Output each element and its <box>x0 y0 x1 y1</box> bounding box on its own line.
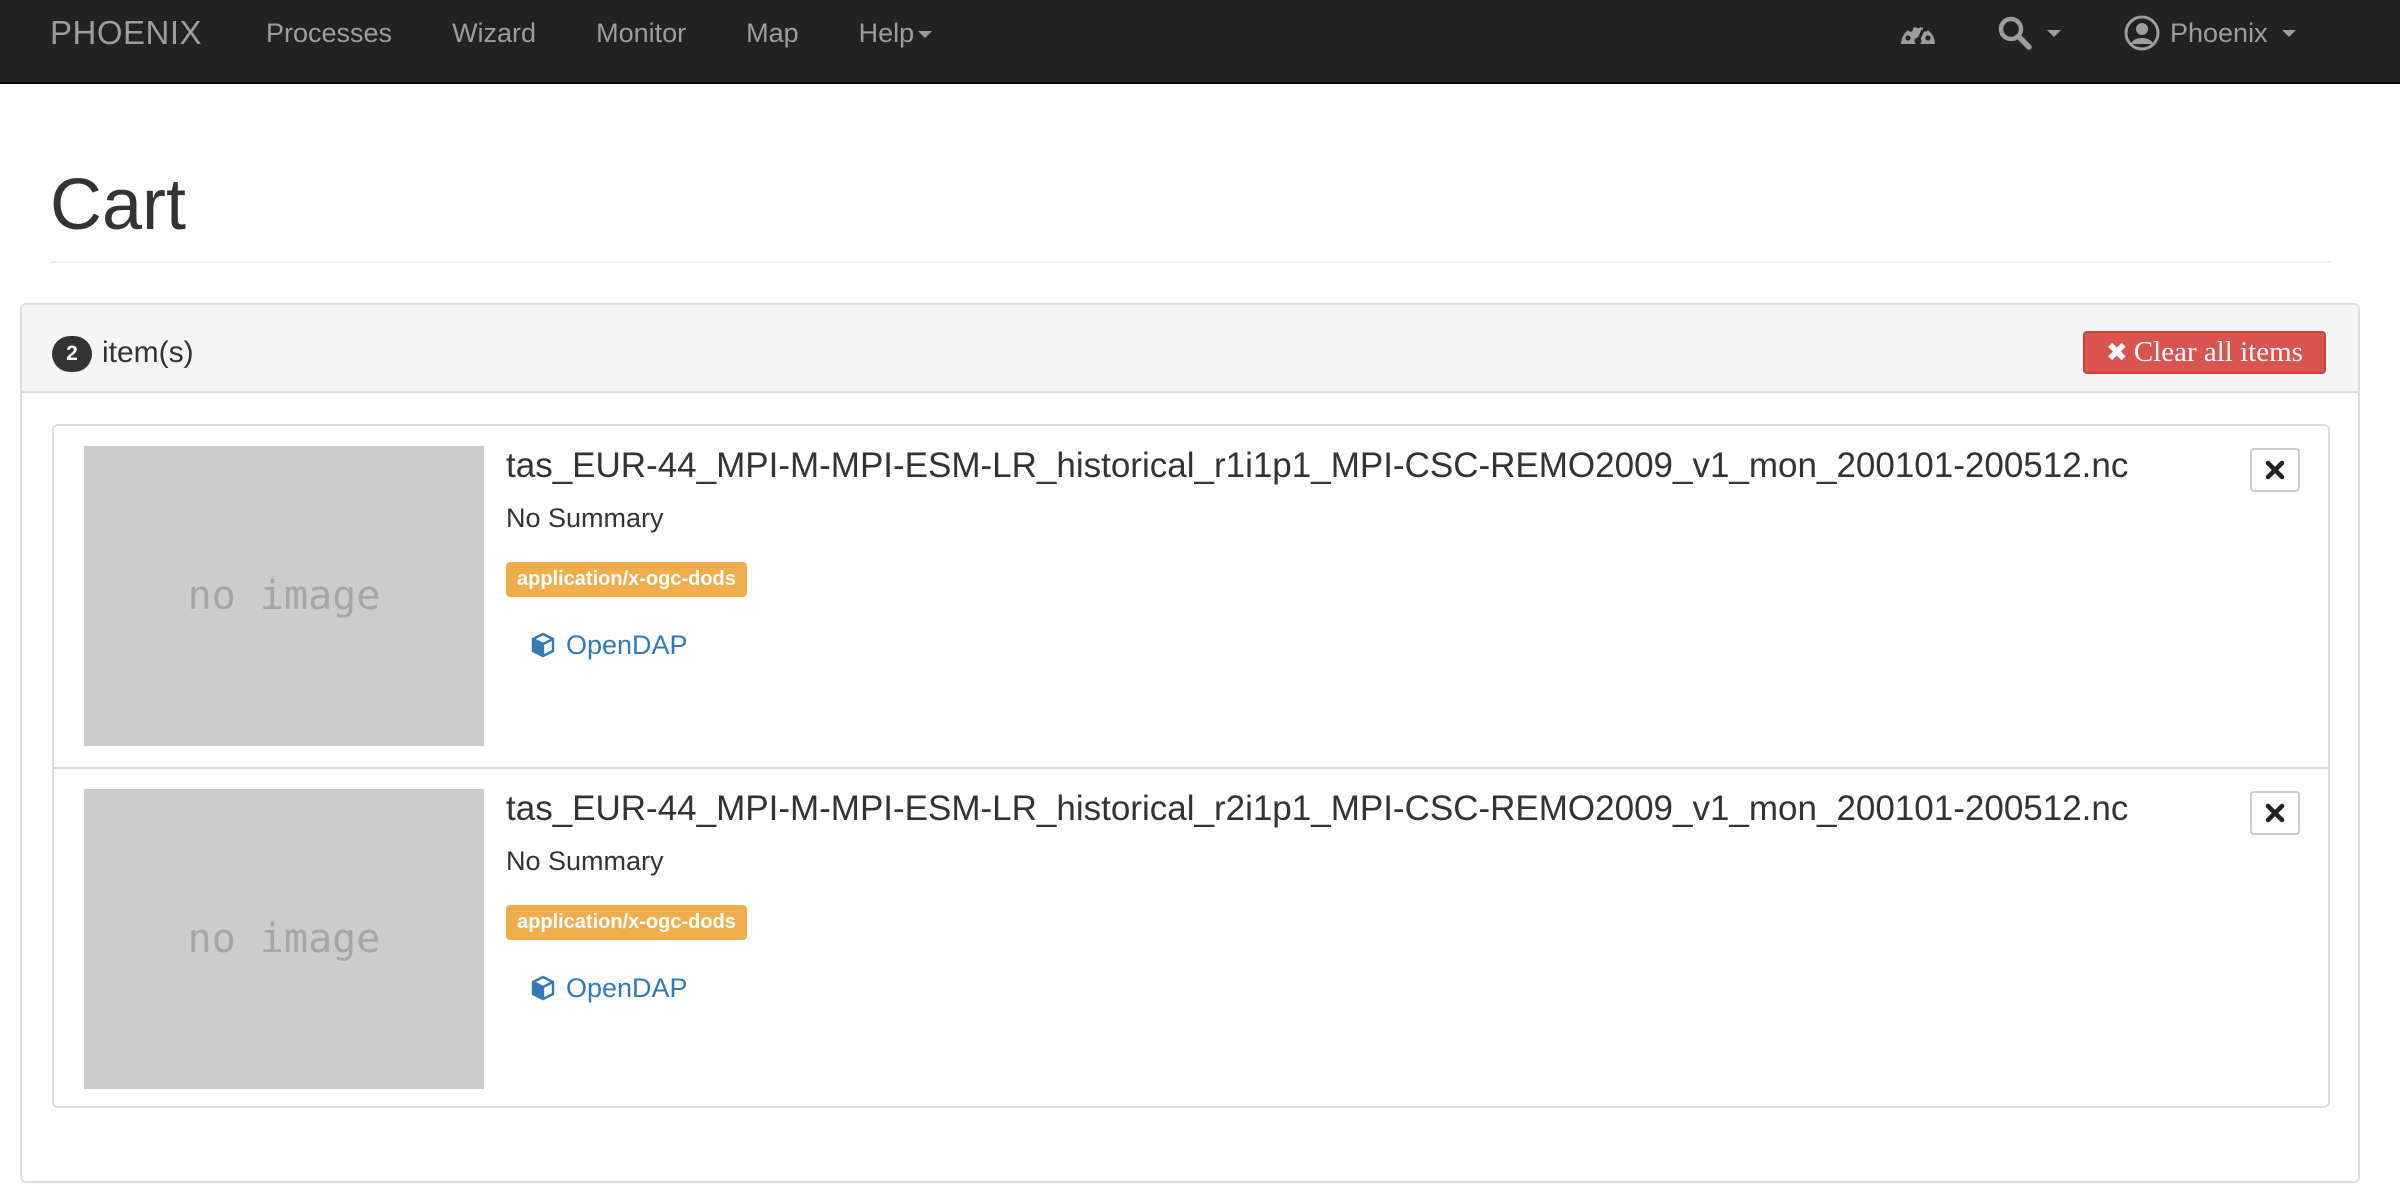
clear-all-items-button[interactable]: ✖ Clear all items <box>2083 331 2326 374</box>
user-name: Phoenix <box>2170 17 2268 48</box>
nav-help-dropdown[interactable]: Help <box>829 0 963 66</box>
close-icon <box>2265 460 2285 480</box>
caret-down-icon <box>2047 29 2061 37</box>
list-item: no image tas_EUR-44_MPI-M-MPI-ESM-LR_his… <box>54 767 2328 1106</box>
caret-down-icon <box>2281 29 2296 37</box>
format-label: application/x-ogc-dods <box>506 562 747 597</box>
format-label: application/x-ogc-dods <box>506 905 747 940</box>
item-summary: No Summary <box>506 846 664 876</box>
opendap-link-label: OpenDAP <box>566 973 688 1003</box>
item-thumbnail: no image <box>84 446 484 746</box>
nav-map[interactable]: Map <box>716 0 829 66</box>
cart-panel-heading: 2 item(s) ✖ Clear all items <box>22 305 2358 393</box>
cart-panel: 2 item(s) ✖ Clear all items no image tas_… <box>20 303 2360 1183</box>
item-summary: No Summary <box>506 503 664 533</box>
item-thumbnail: no image <box>84 789 484 1089</box>
remove-item-button[interactable] <box>2250 791 2300 835</box>
cart-item-list: no image tas_EUR-44_MPI-M-MPI-ESM-LR_his… <box>52 424 2330 1108</box>
item-count-label: item(s) <box>102 336 194 369</box>
dashboard-icon <box>1901 22 1935 45</box>
user-circle-icon <box>2124 15 2160 51</box>
item-title: tas_EUR-44_MPI-M-MPI-ESM-LR_historical_r… <box>506 446 2129 485</box>
list-item: no image tas_EUR-44_MPI-M-MPI-ESM-LR_his… <box>54 426 2328 767</box>
close-icon <box>2265 803 2285 823</box>
caret-down-icon <box>918 31 933 39</box>
search-dropdown[interactable] <box>1997 0 2061 66</box>
nav-processes[interactable]: Processes <box>236 0 422 66</box>
brand-logo[interactable]: PHOENIX <box>50 0 202 84</box>
top-navbar: PHOENIX Processes Wizard Monitor Map Hel… <box>0 0 2400 84</box>
user-menu[interactable]: Phoenix <box>2124 0 2296 66</box>
item-count-badge: 2 <box>52 336 92 372</box>
clear-all-label: Clear all items <box>2133 336 2303 368</box>
nav-help-label: Help <box>858 18 915 48</box>
item-title: tas_EUR-44_MPI-M-MPI-ESM-LR_historical_r… <box>506 789 2129 828</box>
remove-item-button[interactable] <box>2250 448 2300 492</box>
opendap-link[interactable]: OpenDAP <box>530 627 688 663</box>
main-nav: Processes Wizard Monitor Map Help <box>236 0 962 66</box>
nav-monitor[interactable]: Monitor <box>566 0 716 66</box>
cube-icon <box>531 975 555 1001</box>
times-icon: ✖ <box>2106 338 2128 368</box>
nav-wizard[interactable]: Wizard <box>422 0 566 66</box>
title-divider <box>50 261 2332 263</box>
opendap-link-label: OpenDAP <box>566 630 688 660</box>
page-title: Cart <box>50 165 187 245</box>
opendap-link[interactable]: OpenDAP <box>530 970 688 1006</box>
cube-icon <box>531 632 555 658</box>
dashboard-button[interactable] <box>1898 0 1938 66</box>
search-icon <box>1998 16 2032 50</box>
